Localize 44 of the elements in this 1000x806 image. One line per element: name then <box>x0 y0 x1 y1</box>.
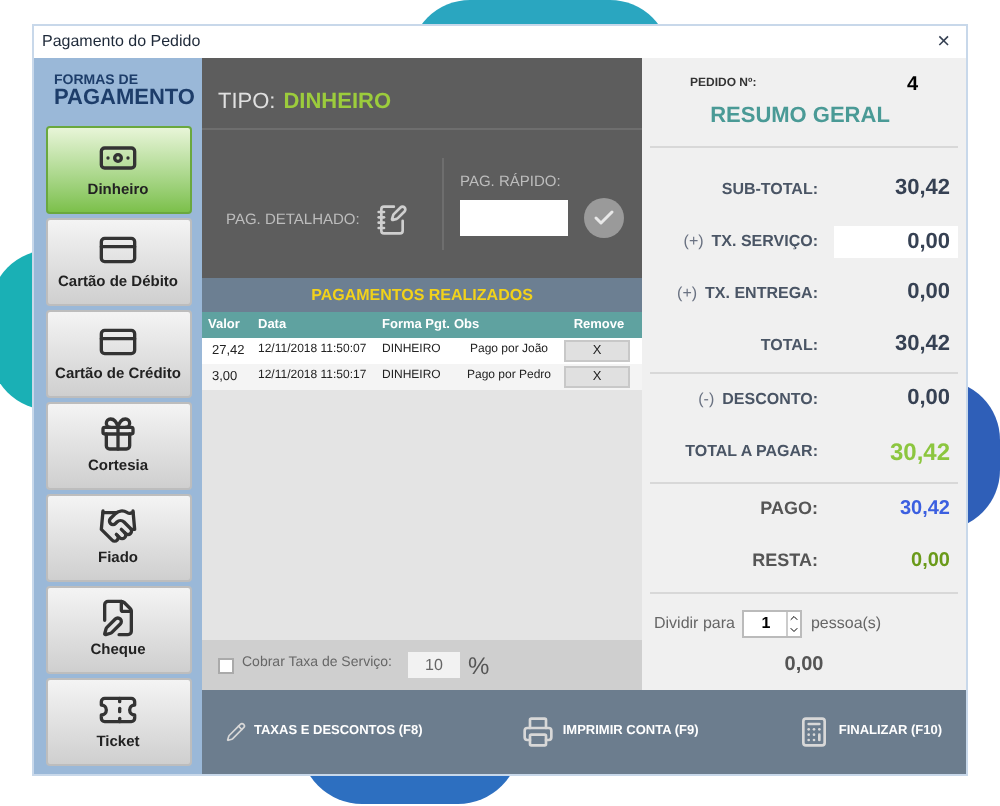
payment-icon <box>98 506 138 547</box>
summary-value: 30,42 <box>897 496 952 524</box>
split-spinner[interactable]: 1 <box>742 609 803 637</box>
service-fee-percent-field[interactable]: 10 <box>407 652 460 678</box>
summary-value: 30,42 <box>892 330 952 361</box>
sign-label: (+) <box>683 229 704 253</box>
type-value: DINHEIRO <box>283 88 392 119</box>
window-title: Pagamento do Pedido <box>42 30 201 54</box>
sign-label: (-) <box>698 387 715 411</box>
split-result: 0,00 <box>782 651 826 679</box>
pencil-icon <box>226 722 246 742</box>
payment-icon <box>98 414 138 455</box>
confirm-button[interactable] <box>584 197 624 238</box>
summary-value: 0,00 <box>909 548 952 576</box>
summary-value: 0,00 <box>905 278 952 309</box>
summary-label: TX. SERVIÇO: <box>711 229 818 253</box>
split-label: Dividir para <box>654 611 735 635</box>
summary-title: RESUMO GERAL <box>650 100 958 147</box>
split-unit: pessoa(s) <box>810 611 882 635</box>
type-label: TIPO: <box>218 88 276 119</box>
summary-label: TOTAL: <box>760 333 818 357</box>
summary-label: DESCONTO: <box>722 387 818 411</box>
calculator-icon <box>798 716 831 748</box>
payments-header: PAGAMENTOS REALIZADOS <box>202 278 642 312</box>
printer-icon <box>522 716 555 748</box>
summary-label: TX. ENTREGA: <box>705 281 818 305</box>
payment-icon <box>98 598 138 639</box>
notepad-icon[interactable] <box>375 204 408 236</box>
service-fee-field[interactable]: 0,00 <box>834 225 958 257</box>
summary-label: SUB-TOTAL: <box>721 177 818 201</box>
summary-value: 30,42 <box>892 174 952 205</box>
order-number: 4 <box>906 72 918 100</box>
summary-label: RESTA: <box>752 547 818 574</box>
summary-label: PAGO: <box>760 495 818 522</box>
quick-payment-field[interactable] <box>460 199 568 236</box>
checkbox[interactable] <box>218 657 234 673</box>
summary-label: TOTAL A PAGAR: <box>685 439 818 463</box>
summary-value: 30,42 <box>887 435 952 469</box>
sidebar-heading: PAGAMENTO <box>52 88 195 110</box>
check-icon <box>592 205 616 230</box>
close-button[interactable]: × <box>929 31 958 53</box>
sign-label: (+) <box>677 281 698 305</box>
percent-label: % <box>467 649 490 683</box>
summary-value: 0,00 <box>905 384 952 415</box>
